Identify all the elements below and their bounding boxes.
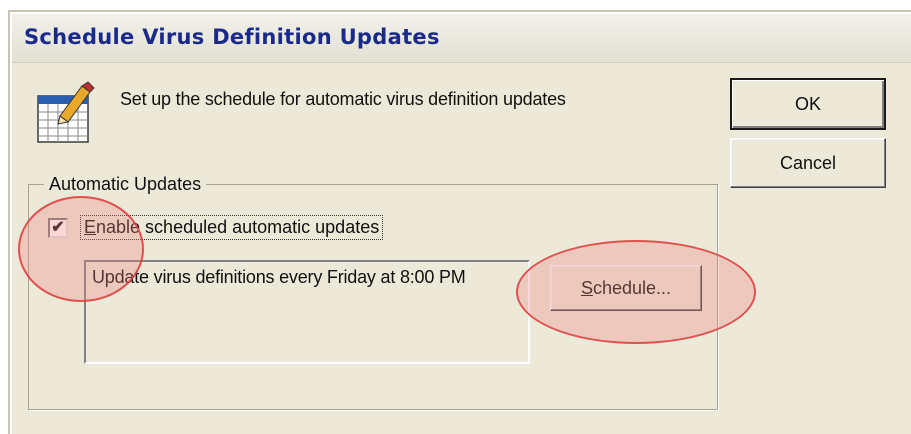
enable-mnemonic: E	[84, 217, 97, 237]
enable-updates-checkbox[interactable]: ✔	[48, 218, 68, 238]
schedule-label-text: chedule...	[592, 277, 672, 298]
schedule-button[interactable]: Schedule...	[550, 265, 702, 311]
groupbox-label: Automatic Updates	[44, 174, 207, 195]
schedule-mnemonic: S	[580, 277, 593, 298]
calendar-icon	[37, 81, 95, 143]
ok-button-label: OK	[794, 93, 821, 114]
enable-label-text: nable scheduled automatic updates	[96, 217, 380, 237]
checkmark-icon: ✔	[51, 218, 65, 236]
dialog-title: Schedule Virus Definition Updates	[24, 25, 440, 49]
schedule-button-label: Schedule...	[581, 278, 671, 299]
intro-text: Set up the schedule for automatic virus …	[120, 89, 566, 109]
title-bar: Schedule Virus Definition Updates	[12, 14, 911, 63]
schedule-summary-text: Update virus definitions every Friday at…	[92, 267, 466, 287]
cancel-button-label: Cancel	[779, 152, 837, 173]
enable-updates-label[interactable]: Enable scheduled automatic updates	[80, 215, 384, 240]
cancel-button[interactable]: Cancel	[730, 138, 886, 188]
ok-button[interactable]: OK	[730, 78, 886, 130]
